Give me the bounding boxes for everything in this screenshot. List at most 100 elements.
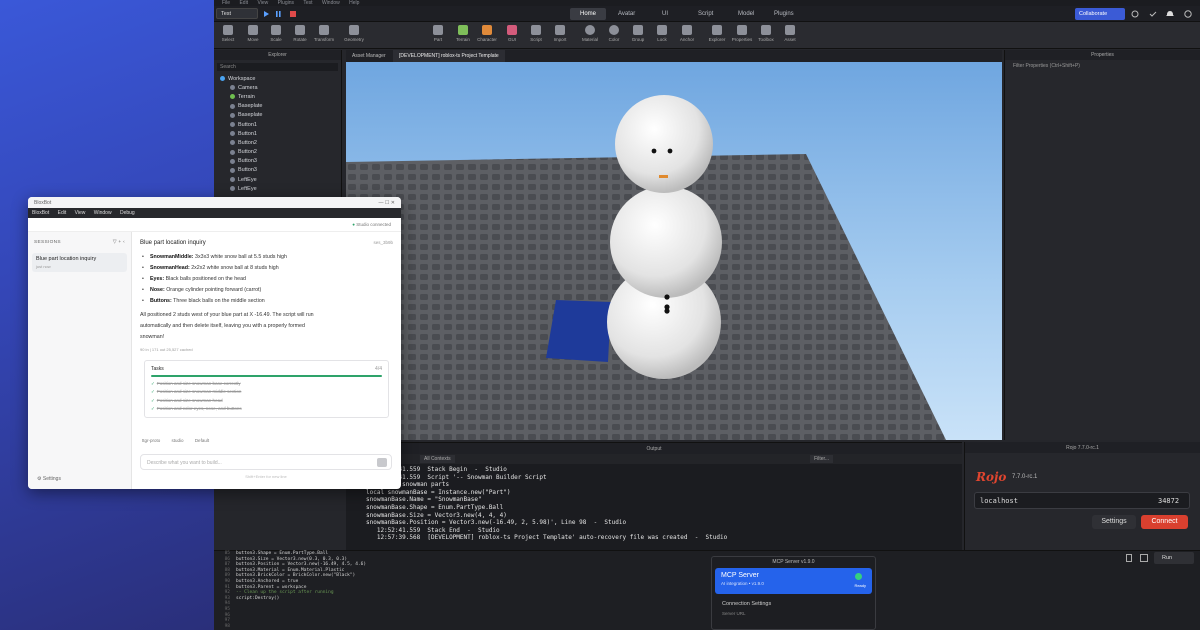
agent-selector[interactable]: ttgr-proto [142,438,160,443]
menu-view[interactable]: View [75,210,86,216]
pause-icon[interactable] [276,11,278,17]
tree-item[interactable]: LeftEye [214,175,341,184]
bloxbot-titlebar: BloxBot — ☐ ✕ [28,197,401,208]
tool-scale[interactable]: Scale [265,24,287,42]
place-selector[interactable]: Test [216,8,258,19]
tool-properties[interactable]: Properties [731,24,753,42]
menu-window[interactable]: Window [94,210,112,216]
send-button[interactable] [377,458,387,467]
new-session-icon[interactable]: + [118,240,121,245]
rojo-settings-button[interactable]: Settings [1092,515,1136,529]
tool-material[interactable]: Material [579,24,601,42]
tool-terrain[interactable]: Terrain [452,24,474,42]
collaborate-button[interactable]: Collaborate [1075,8,1125,20]
tool-character[interactable]: Character [476,24,498,42]
device-icon[interactable] [1140,554,1148,562]
tab-script[interactable]: Script [688,8,723,20]
tab-ui[interactable]: UI [652,8,678,20]
rojo-connect-button[interactable]: Connect [1141,515,1188,529]
context-dropdown[interactable]: All Contexts [420,455,455,463]
tree-item[interactable]: Button1 [214,129,341,138]
window-controls: — ☐ ✕ [379,200,395,206]
bullet-label: Eyes: [150,276,165,282]
tab-plugins[interactable]: Plugins [764,8,804,20]
collapse-icon[interactable]: ‹ [123,240,125,245]
context-selector[interactable]: studio [172,438,184,443]
mode-selector[interactable]: Default [195,438,209,443]
task-item: Position and color eyes, nose, and butto… [151,405,382,413]
tab-avatar[interactable]: Avatar [608,8,645,20]
tree-item[interactable]: Baseplate [214,111,341,120]
bookmark-icon[interactable] [1126,554,1132,562]
code-content[interactable]: button3.Shape = Enum.PartType.Ball button… [236,551,366,601]
part-icon [230,140,235,146]
share-icon[interactable] [1131,10,1139,18]
tree-item[interactable]: Button3 [214,166,341,175]
tree-item[interactable]: LeftEye [214,184,341,193]
properties-filter-input[interactable]: Filter Properties (Ctrl+Shift+P) [1005,60,1200,72]
connected-dot-icon: ● [352,222,355,227]
connection-settings-header[interactable]: Connection Settings [712,595,875,609]
tool-group[interactable]: Group [627,24,649,42]
tool-geometry[interactable]: Geometry [343,24,365,42]
explorer-search-input[interactable]: Search [217,63,338,71]
3d-viewport[interactable] [346,62,1002,440]
tree-label: Button3 [238,167,257,174]
tree-item[interactable]: Button2 [214,138,341,147]
bell-icon[interactable] [1166,11,1174,16]
tool-import[interactable]: Import [549,24,571,42]
message-input[interactable]: Describe what you want to build... [140,454,392,470]
bullet-item: Buttons: Three black balls on the middle… [140,296,393,307]
tool-label: Geometry [344,37,364,42]
tool-part[interactable]: Part [427,24,449,42]
minimize-icon[interactable]: — [379,200,384,206]
tool-move[interactable]: Move [242,24,264,42]
tool-script[interactable]: Script [525,24,547,42]
tab-home[interactable]: Home [570,8,607,20]
tool-rotate[interactable]: Rotate [289,24,311,42]
tool-transform[interactable]: Transform [313,24,335,42]
tree-item-workspace[interactable]: Workspace [214,74,341,83]
tree-item[interactable]: Baseplate [214,102,341,111]
menu-debug[interactable]: Debug [120,210,135,216]
check-icon[interactable] [1149,11,1157,17]
help-icon[interactable] [1184,10,1192,18]
tool-asset[interactable]: Asset [779,24,801,42]
tool-select[interactable]: Select [217,24,239,42]
bloxbot-title: BloxBot [34,200,52,206]
play-icon[interactable] [264,11,269,17]
output-filter-input[interactable]: Filter... [810,455,834,463]
bullet-item: SnowmanMiddle: 3x3x3 white snow ball at … [140,252,393,263]
session-item[interactable]: Blue part location inquiry just now [32,253,127,272]
snowman-nose [659,175,668,178]
menu-edit[interactable]: Edit [58,210,67,216]
tool-gui[interactable]: GUI [501,24,523,42]
maximize-icon[interactable]: ☐ [385,200,389,206]
tree-label: Baseplate [238,103,263,110]
bullet-text: 3x3x3 white snow ball at 5.5 studs high [193,254,287,260]
tree-item[interactable]: Button2 [214,148,341,157]
run-button[interactable]: Run [1154,552,1194,564]
tab-model[interactable]: Model [728,8,764,20]
filter-icon[interactable]: ▽ [113,240,117,245]
tree-item[interactable]: Button1 [214,120,341,129]
tree-item[interactable]: Camera [214,83,341,92]
part-icon [230,122,235,128]
menu-bloxbot[interactable]: BloxBot [32,210,49,216]
tool-explorer[interactable]: Explorer [706,24,728,42]
stop-icon[interactable] [290,11,296,17]
tab-asset-manager[interactable]: Asset Manager [346,50,392,62]
part-icon [230,186,235,192]
tree-item[interactable]: Button3 [214,157,341,166]
tool-color[interactable]: Color [603,24,625,42]
rojo-host-input[interactable]: localhost [980,497,1018,505]
tab-place[interactable]: [DEVELOPMENT] roblox-ts Project Template [393,50,505,62]
settings-button[interactable]: ⚙ Settings [37,476,61,482]
tree-item[interactable]: Terrain [214,92,341,101]
rojo-port-input[interactable]: 34872 [1158,497,1179,505]
close-icon[interactable]: ✕ [391,200,395,206]
tool-lock[interactable]: Lock [651,24,673,42]
tool-anchor[interactable]: Anchor [676,24,698,42]
bullet-text: Orange cylinder pointing forward (carrot… [164,287,262,293]
tool-toolbox[interactable]: Toolbox [755,24,777,42]
